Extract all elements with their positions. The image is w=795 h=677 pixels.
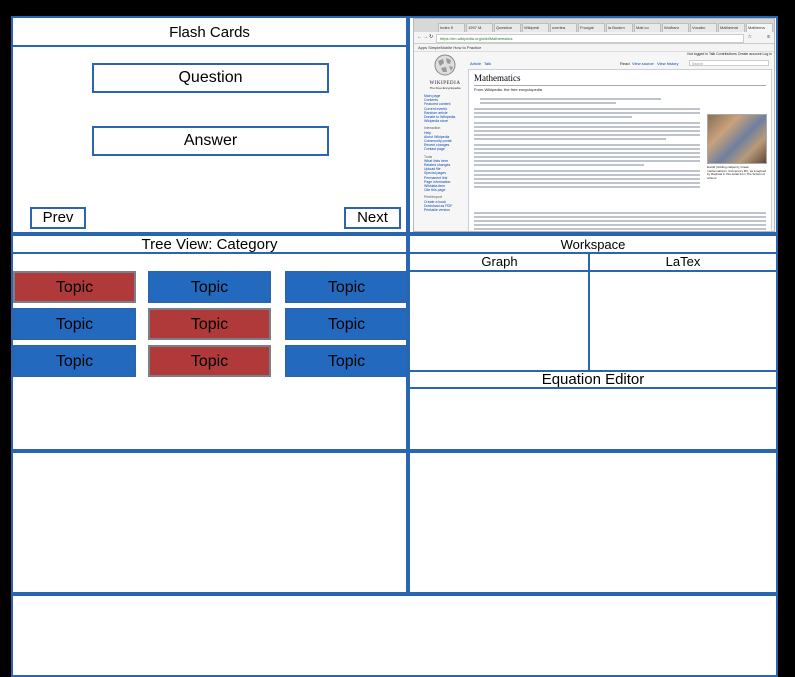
browser-tab[interactable]: Wikipedi [522, 23, 549, 32]
wiki-tab-view-history[interactable]: View history [657, 61, 679, 66]
wiki-infobox-image[interactable] [707, 114, 767, 164]
wiki-article-title: Mathematics [474, 73, 521, 83]
answer-button[interactable]: Answer [92, 126, 329, 156]
browser-tab[interactable]: Vocabu [690, 23, 717, 32]
globe-icon [434, 54, 456, 76]
bottom-panel [11, 594, 778, 677]
browser-tab[interactable]: Mathema [746, 23, 773, 32]
wiki-logo[interactable]: WIKIPEDIA The Free Encyclopedia [424, 54, 466, 90]
lower-right-panel [408, 451, 778, 594]
browser-tab[interactable]: 1997 M. [466, 23, 493, 32]
wiki-search-placeholder: Search [692, 62, 704, 66]
wiki-search-input[interactable]: Search [689, 60, 769, 66]
wiki-from-text: From Wikipedia, the free encyclopedia [474, 87, 543, 92]
prev-button[interactable]: Prev [30, 207, 86, 229]
wiki-sidebar-interaction-item[interactable]: Contact page [424, 147, 466, 151]
wiki-tab-read[interactable]: Read [620, 61, 630, 66]
star-icon[interactable]: ☆ [748, 35, 752, 40]
wiki-user-links[interactable]: Not logged in Talk Contributions Create … [687, 52, 772, 57]
wiki-tagline: The Free Encyclopedia [429, 86, 461, 90]
flashcards-title: Flash Cards [169, 24, 250, 41]
wiki-sidebar-tools-item[interactable]: Cite this page [424, 188, 466, 192]
wiki-title-rule [474, 85, 766, 86]
wiki-article-body-full [474, 210, 766, 231]
browser-tabstrip: Index fi 1997 M. Question Wikipedi overlea Fr… [414, 19, 774, 32]
wiki-page: WIKIPEDIA The Free Encyclopedia Main pag… [414, 52, 774, 231]
browser-tab[interactable]: la Bookm [606, 23, 633, 32]
bookmarks-bar: Apps SimpleMobile How to Practice [414, 44, 774, 52]
topic-item[interactable]: Topic [285, 308, 408, 340]
forward-icon[interactable]: → [423, 35, 428, 40]
next-button[interactable]: Next [344, 207, 401, 229]
topic-item[interactable]: Topic [148, 308, 271, 340]
browser-tab[interactable]: Mail.co [634, 23, 661, 32]
treeview-panel: Tree View: Category Topic Topic Topic Topic… [11, 234, 408, 451]
graph-area[interactable] [410, 272, 588, 370]
wiki-article-body [474, 96, 700, 190]
wiki-sidebar-main-item[interactable]: Wikipedia store [424, 119, 466, 123]
topic-item[interactable]: Topic [13, 271, 136, 303]
topic-item[interactable]: Topic [13, 308, 136, 340]
topic-item[interactable]: Topic [148, 271, 271, 303]
menu-icon[interactable]: ≡ [767, 35, 770, 40]
wiki-sidebar-print-item[interactable]: Printable version [424, 208, 466, 212]
topic-item[interactable]: Topic [148, 345, 271, 377]
url-input[interactable]: https://en.wikipedia.org/wiki/Mathematic… [436, 34, 744, 43]
browser-tab[interactable]: Froogal [578, 23, 605, 32]
workspace-panel: Workspace Graph LaTex Equation Editor [408, 234, 778, 451]
wiki-tab-article[interactable]: Article [470, 61, 481, 66]
flashcards-panel: Flash Cards Question Answer Prev Next [11, 16, 408, 234]
browser-tab[interactable]: Wolfram [662, 23, 689, 32]
wiki-sidebar: Main page Contents Featured content Current… [424, 94, 466, 212]
equation-editor-area[interactable] [410, 389, 776, 449]
wiki-tab-view-source[interactable]: View source [632, 61, 654, 66]
browser-tab[interactable]: Question [494, 23, 521, 32]
workspace-title: Workspace [560, 237, 626, 252]
topic-grid: Topic Topic Topic Topic Topic Topic Topic Topic… [13, 236, 408, 449]
browser-tab[interactable]: overlea [550, 23, 577, 32]
topic-item[interactable]: Topic [285, 345, 408, 377]
topic-item[interactable]: Topic [13, 345, 136, 377]
graph-tab[interactable]: Graph [410, 254, 589, 270]
flashcards-title-divider [13, 45, 406, 47]
wiki-article: Mathematics From Wikipedia, the free enc… [468, 69, 772, 231]
browser-toolbar: ← → ↻ https://en.wikipedia.org/wiki/Math… [414, 32, 774, 44]
browser-panel: Index fi 1997 M. Question Wikipedi overlea Fr… [408, 16, 778, 234]
wiki-image-caption: Euclid (holding calipers), Greek mathema… [707, 165, 767, 180]
lower-left-panel [11, 451, 408, 594]
browser-tab[interactable]: Index fi [438, 23, 465, 32]
browser-window: Index fi 1997 M. Question Wikipedi overlea Fr… [413, 18, 775, 232]
latex-tab[interactable]: LaTex [590, 254, 776, 270]
question-button[interactable]: Question [92, 63, 329, 93]
reload-icon[interactable]: ↻ [429, 35, 433, 40]
topic-item[interactable]: Topic [285, 271, 408, 303]
equation-editor-title: Equation Editor [541, 371, 645, 388]
back-icon[interactable]: ← [417, 35, 422, 40]
wiki-tab-talk[interactable]: Talk [484, 61, 491, 66]
browser-tab[interactable]: Mathemat [718, 23, 745, 32]
latex-area[interactable] [590, 272, 776, 370]
